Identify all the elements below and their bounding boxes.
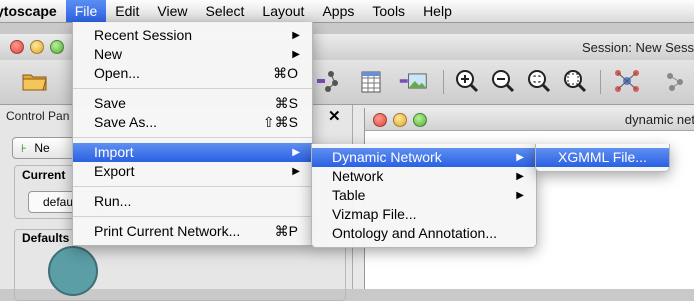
menu-item-vizmap-file[interactable]: Vizmap File... [312, 205, 536, 224]
menu-item-dynamic-network[interactable]: Dynamic Network ▶ [312, 148, 536, 167]
menu-item-run[interactable]: Run... [73, 192, 312, 211]
submenu-arrow-icon: ▶ [292, 49, 300, 60]
menu-item-ontology-and-annotation[interactable]: Ontology and Annotation... [312, 224, 536, 243]
import-submenu: Dynamic Network ▶ Network ▶ Table ▶ Vizm… [311, 144, 537, 248]
menu-item-label: XGMML File... [558, 149, 647, 165]
toolbar-separator [443, 70, 444, 94]
menu-apps[interactable]: Apps [313, 0, 363, 22]
close-window-button[interactable] [10, 40, 24, 54]
minimize-window-button[interactable] [30, 40, 44, 54]
submenu-arrow-icon: ▶ [292, 30, 300, 41]
menu-view[interactable]: View [148, 0, 196, 22]
shortcut-label: ⇧⌘S [262, 114, 298, 130]
network-layout-icon[interactable] [612, 66, 642, 96]
menu-item-table[interactable]: Table ▶ [312, 186, 536, 205]
zoom-out-icon[interactable] [488, 66, 518, 96]
dynamic-network-title: dynamic net [624, 112, 694, 127]
menu-item-save-as[interactable]: Save As... ⇧⌘S [73, 113, 312, 132]
tab-network-label: Ne [34, 141, 50, 155]
network-import-icon[interactable] [312, 66, 342, 96]
menu-item-label: Print Current Network... [94, 223, 241, 239]
menu-separator [73, 137, 312, 138]
menu-item-label: Save [94, 95, 126, 111]
shortcut-label: ⌘O [273, 65, 298, 81]
current-style-label: Current [20, 168, 68, 182]
menu-item-label: Save As... [94, 114, 158, 130]
submenu-arrow-icon: ▶ [292, 166, 300, 177]
network-tree-icon: ⊦ [21, 143, 27, 155]
shortcut-label: ⌘S [274, 95, 298, 111]
close-icon[interactable]: ✕ [328, 107, 341, 125]
menu-tools[interactable]: Tools [363, 0, 414, 22]
image-import-icon[interactable] [398, 66, 428, 96]
control-panel-title: Control Pan [6, 109, 70, 123]
toolbar-separator [600, 70, 601, 94]
menu-item-label: Network [332, 168, 384, 184]
menu-item-label: Open... [94, 65, 140, 81]
zoom-fit-icon[interactable] [524, 66, 554, 96]
menu-item-xgmml-file[interactable]: XGMML File... [536, 148, 669, 167]
menu-select[interactable]: Select [196, 0, 253, 22]
dynamic-network-titlebar: dynamic net [365, 108, 694, 131]
minimize-frame-button[interactable] [393, 113, 407, 127]
close-frame-button[interactable] [373, 113, 387, 127]
zoom-selected-icon[interactable] [560, 66, 590, 96]
submenu-arrow-icon: ▶ [516, 152, 524, 163]
menu-edit[interactable]: Edit [106, 0, 148, 22]
menu-item-print-current-network[interactable]: Print Current Network... ⌘P [73, 222, 312, 241]
zoom-frame-button[interactable] [413, 113, 427, 127]
shortcut-label: ⌘P [274, 223, 298, 239]
network-view-icon[interactable] [660, 66, 690, 96]
menu-item-import[interactable]: Import ▶ [73, 143, 312, 162]
menu-separator [73, 186, 312, 187]
menu-item-label: Ontology and Annotation... [332, 225, 498, 241]
menu-item-label: Dynamic Network [332, 149, 442, 165]
menu-item-new[interactable]: New ▶ [73, 45, 312, 64]
menu-separator [73, 216, 312, 217]
menu-bar: ytoscape File Edit View Select Layout Ap… [0, 0, 694, 23]
submenu-arrow-icon: ▶ [516, 190, 524, 201]
window-title: Session: New Sess [582, 40, 694, 55]
dynamic-network-submenu: XGMML File... [535, 144, 670, 172]
window-controls [10, 40, 64, 54]
menu-item-recent-session[interactable]: Recent Session ▶ [73, 26, 312, 45]
menu-layout[interactable]: Layout [253, 0, 313, 22]
submenu-arrow-icon: ▶ [292, 147, 300, 158]
menu-item-label: Recent Session [94, 27, 193, 43]
menu-item-label: Table [332, 187, 366, 203]
zoom-in-icon[interactable] [452, 66, 482, 96]
menu-item-open[interactable]: Open... ⌘O [73, 64, 312, 83]
menu-item-label: New [94, 46, 123, 62]
menu-item-label: Export [94, 163, 135, 179]
app-menu[interactable]: ytoscape [0, 0, 66, 22]
menu-item-label: Run... [94, 193, 132, 209]
zoom-window-button[interactable] [50, 40, 64, 54]
defaults-label: Defaults [20, 231, 72, 245]
menu-item-save[interactable]: Save ⌘S [73, 94, 312, 113]
menu-item-network[interactable]: Network ▶ [312, 167, 536, 186]
menu-separator [73, 88, 312, 89]
file-menu: Recent Session ▶ New ▶ Open... ⌘O Save ⌘… [72, 22, 313, 246]
submenu-arrow-icon: ▶ [516, 171, 524, 182]
menu-help[interactable]: Help [414, 0, 461, 22]
table-import-icon[interactable] [356, 66, 386, 96]
menu-file[interactable]: File [65, 0, 107, 22]
frame-controls [373, 113, 427, 127]
menu-item-label: Import [94, 144, 134, 160]
menu-item-export[interactable]: Export ▶ [73, 162, 312, 181]
open-folder-icon[interactable] [20, 66, 50, 96]
menu-item-label: Vizmap File... [332, 206, 417, 222]
